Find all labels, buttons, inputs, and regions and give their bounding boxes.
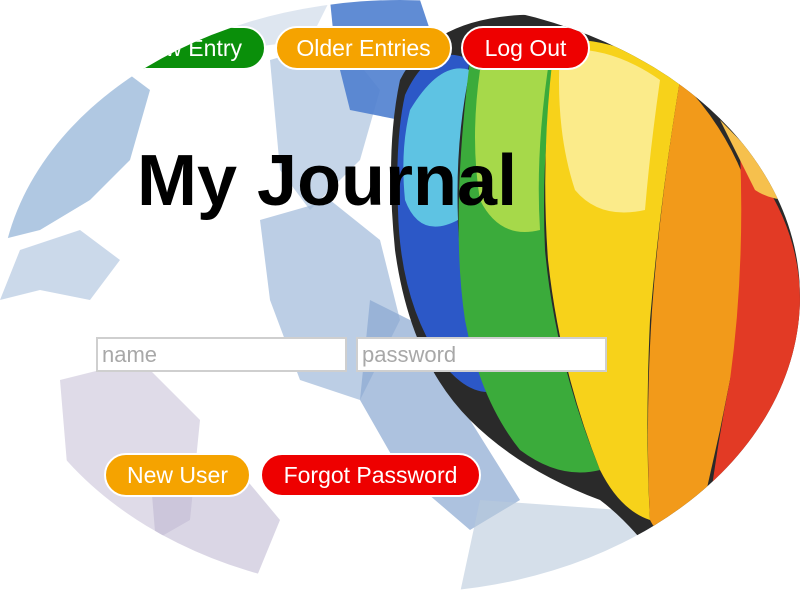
oval-frame: New Entry Older Entries Log Out My Journ… <box>0 0 800 593</box>
name-input[interactable] <box>96 337 347 372</box>
hot-air-balloon-background <box>0 0 800 593</box>
forgot-password-button[interactable]: Forgot Password <box>260 453 481 497</box>
page-title: My Journal <box>137 141 518 221</box>
older-entries-button[interactable]: Older Entries <box>275 26 452 70</box>
page: New Entry Older Entries Log Out My Journ… <box>0 0 800 593</box>
log-out-button[interactable]: Log Out <box>461 26 590 70</box>
password-input[interactable] <box>356 337 607 372</box>
new-user-button[interactable]: New User <box>104 453 251 497</box>
new-entry-button[interactable]: New Entry <box>110 26 266 70</box>
